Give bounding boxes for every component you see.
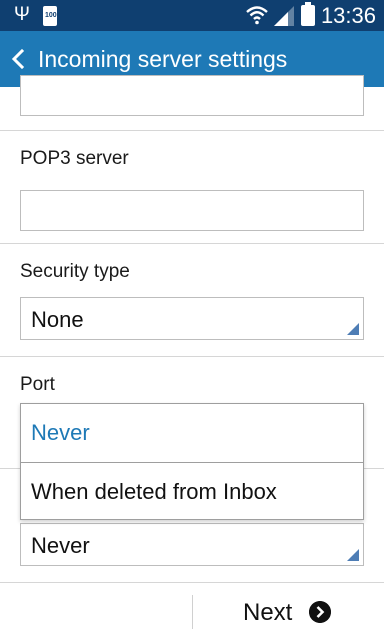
port-label: Port xyxy=(20,374,55,395)
divider xyxy=(0,243,384,244)
next-button-label: Next xyxy=(243,599,293,626)
battery-icon xyxy=(301,2,315,26)
bottom-bar: Next xyxy=(0,582,384,640)
pop3-server-input[interactable] xyxy=(20,190,364,231)
dropdown-corner-icon xyxy=(347,323,359,335)
security-type-label: Security type xyxy=(20,261,130,282)
clock: 13:36 xyxy=(320,3,376,28)
security-type-value: None xyxy=(31,307,84,332)
usb-icon: Ψ xyxy=(14,4,30,25)
divider xyxy=(0,130,384,131)
chevron-left-icon[interactable] xyxy=(8,45,30,73)
chevron-right-circle-icon xyxy=(309,601,331,623)
delete-option-value: Never xyxy=(31,533,90,558)
wifi-icon xyxy=(246,6,268,25)
dropdown-option-label: Never xyxy=(31,420,90,445)
divider xyxy=(0,356,384,357)
dropdown-option-when-deleted[interactable]: When deleted from Inbox xyxy=(21,462,363,520)
top-field-input[interactable] xyxy=(20,75,364,116)
status-bar: Ψ 100 13:36 xyxy=(0,0,384,31)
dropdown-popup: Never When deleted from Inbox xyxy=(20,403,364,520)
next-button[interactable]: Next xyxy=(193,583,384,640)
dropdown-corner-icon xyxy=(347,549,359,561)
dropdown-option-never[interactable]: Never xyxy=(21,404,363,462)
page-title: Incoming server settings xyxy=(38,46,288,72)
delete-option-select[interactable]: Never xyxy=(20,523,364,566)
dropdown-option-label: When deleted from Inbox xyxy=(31,479,277,504)
battery-full-small-icon: 100 xyxy=(43,6,57,26)
signal-icon xyxy=(274,6,294,26)
pop3-server-label: POP3 server xyxy=(20,148,129,169)
security-type-select[interactable]: None xyxy=(20,297,364,340)
